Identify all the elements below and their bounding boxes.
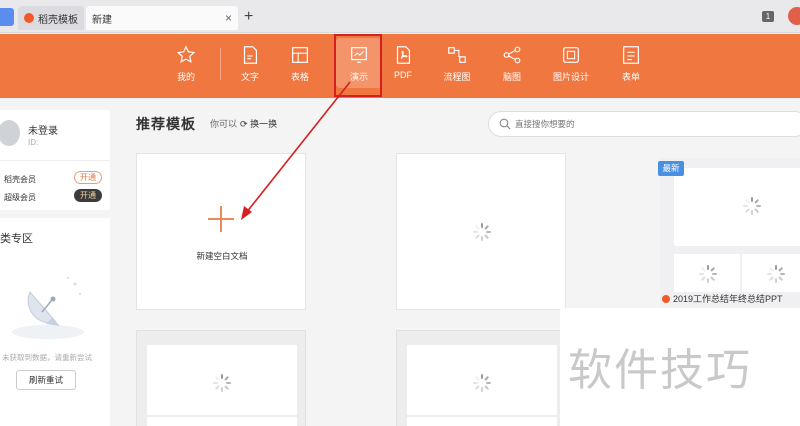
- template-title: 2019工作总结年终总结PPT: [673, 294, 783, 304]
- retry-button[interactable]: 刷新重试: [16, 370, 76, 390]
- pdf-icon: [396, 46, 411, 64]
- divider: [0, 160, 110, 161]
- membership-row-super: 超级会员 开通: [4, 189, 104, 203]
- template-preview: [742, 254, 800, 292]
- tab-bar: 稻壳模板 新建 × + 1: [0, 0, 800, 33]
- new-tab-button[interactable]: +: [244, 8, 253, 26]
- loading-spinner-icon: [213, 374, 231, 392]
- refresh-label: 换一换: [250, 119, 278, 129]
- membership-label: 超级会员: [4, 193, 36, 202]
- mindmap-icon: [503, 46, 521, 64]
- left-sidebar: 未登录 ID: 稻壳会员 开通 超级会员 开通 类专区 未获取到数据，请重新尝试…: [0, 98, 110, 426]
- toolbar-item-mine[interactable]: 我的: [163, 38, 209, 88]
- docer-logo-icon: [24, 13, 34, 23]
- new-document-toolbar: 我的 文字 表格 演示 PDF 流程图 脑图 图片设计 表单: [0, 34, 800, 98]
- tab-label: 新建: [92, 14, 112, 26]
- loading-spinner-icon: [699, 265, 717, 283]
- star-icon: [176, 45, 196, 63]
- docer-logo-icon: [662, 295, 670, 303]
- toolbar-item-form[interactable]: 表单: [608, 38, 654, 88]
- account-avatar[interactable]: [788, 7, 800, 25]
- refresh-button[interactable]: ⟳ 换一换: [240, 117, 277, 130]
- plus-icon: [208, 206, 234, 232]
- empty-state-text: 未获取到数据，请重新尝试: [2, 353, 92, 362]
- toolbar-divider: [220, 48, 221, 80]
- new-blank-label: 新建空白文档: [196, 251, 248, 261]
- tab-new[interactable]: 新建 ×: [86, 6, 238, 30]
- toolbar-label: 文字: [240, 72, 259, 82]
- tab-docer-templates[interactable]: 稻壳模板: [18, 6, 84, 30]
- loading-spinner-icon: [743, 197, 761, 215]
- image-design-icon: [563, 47, 579, 63]
- toolbar-label: 图片设计: [552, 72, 589, 82]
- template-card-2019[interactable]: [660, 158, 800, 308]
- membership-label: 稻壳会员: [4, 175, 36, 184]
- new-blank-document-card[interactable]: 新建空白文档: [136, 153, 306, 310]
- loading-spinner-icon: [767, 265, 785, 283]
- page-title: 推荐模板: [136, 116, 196, 132]
- loading-spinner-icon: [473, 223, 491, 241]
- refresh-icon: ⟳: [240, 119, 248, 129]
- activate-super-button[interactable]: 开通: [74, 189, 102, 202]
- category-title: 类专区: [0, 233, 33, 245]
- search-icon: [499, 118, 511, 130]
- user-name[interactable]: 未登录: [28, 122, 58, 137]
- template-preview: [407, 417, 557, 426]
- toolbar-item-mindmap[interactable]: 脑图: [489, 38, 535, 88]
- activate-docer-button[interactable]: 开通: [74, 171, 102, 184]
- close-icon[interactable]: ×: [225, 11, 232, 25]
- loading-spinner-icon: [473, 374, 491, 392]
- user-id: ID:: [28, 138, 39, 147]
- form-icon: [623, 46, 639, 64]
- template-card-loading[interactable]: [136, 330, 306, 426]
- category-card: 类专区 未获取到数据，请重新尝试 刷新重试: [0, 218, 110, 426]
- user-card: 未登录 ID: 稻壳会员 开通 超级会员 开通: [0, 110, 110, 210]
- toolbar-label: 脑图: [502, 72, 521, 82]
- membership-row-docer: 稻壳会员 开通: [4, 171, 104, 185]
- app-menu-tab[interactable]: [0, 8, 14, 26]
- template-preview: [407, 345, 557, 415]
- template-preview: [674, 254, 740, 292]
- toolbar-label: 流程图: [443, 72, 471, 82]
- template-card-loading[interactable]: [396, 330, 566, 426]
- window-count-badge[interactable]: 1: [762, 11, 774, 22]
- template-preview: [147, 345, 297, 415]
- search-input[interactable]: [515, 117, 775, 131]
- flowchart-icon: [448, 47, 466, 63]
- new-badge: 最新: [658, 161, 684, 176]
- toolbar-item-writer[interactable]: 文字: [227, 38, 273, 88]
- satellite-dish-icon: [12, 277, 84, 339]
- table-icon: [292, 47, 308, 63]
- tab-label: 稻壳模板: [38, 14, 78, 26]
- toolbar-label: PDF: [394, 70, 412, 80]
- refresh-hint: 你可以: [210, 119, 238, 129]
- document-icon: [243, 46, 258, 64]
- template-preview: [674, 168, 800, 246]
- toolbar-item-pdf[interactable]: PDF: [380, 38, 426, 88]
- template-search[interactable]: [488, 111, 800, 137]
- watermark-text: 软件技巧: [568, 345, 752, 396]
- toolbar-item-spreadsheet[interactable]: 表格: [277, 38, 323, 88]
- avatar[interactable]: [0, 120, 20, 146]
- toolbar-item-flowchart[interactable]: 流程图: [434, 38, 480, 88]
- toolbar-label: 我的: [176, 72, 195, 82]
- annotation-highlight-box: [334, 34, 382, 97]
- template-card-loading[interactable]: [396, 153, 566, 310]
- toolbar-label: 表单: [621, 72, 640, 82]
- template-caption[interactable]: 2019工作总结年终总结PPT: [662, 292, 783, 305]
- toolbar-label: 表格: [290, 72, 309, 82]
- toolbar-item-image-design[interactable]: 图片设计: [548, 38, 594, 88]
- template-preview: [147, 417, 297, 426]
